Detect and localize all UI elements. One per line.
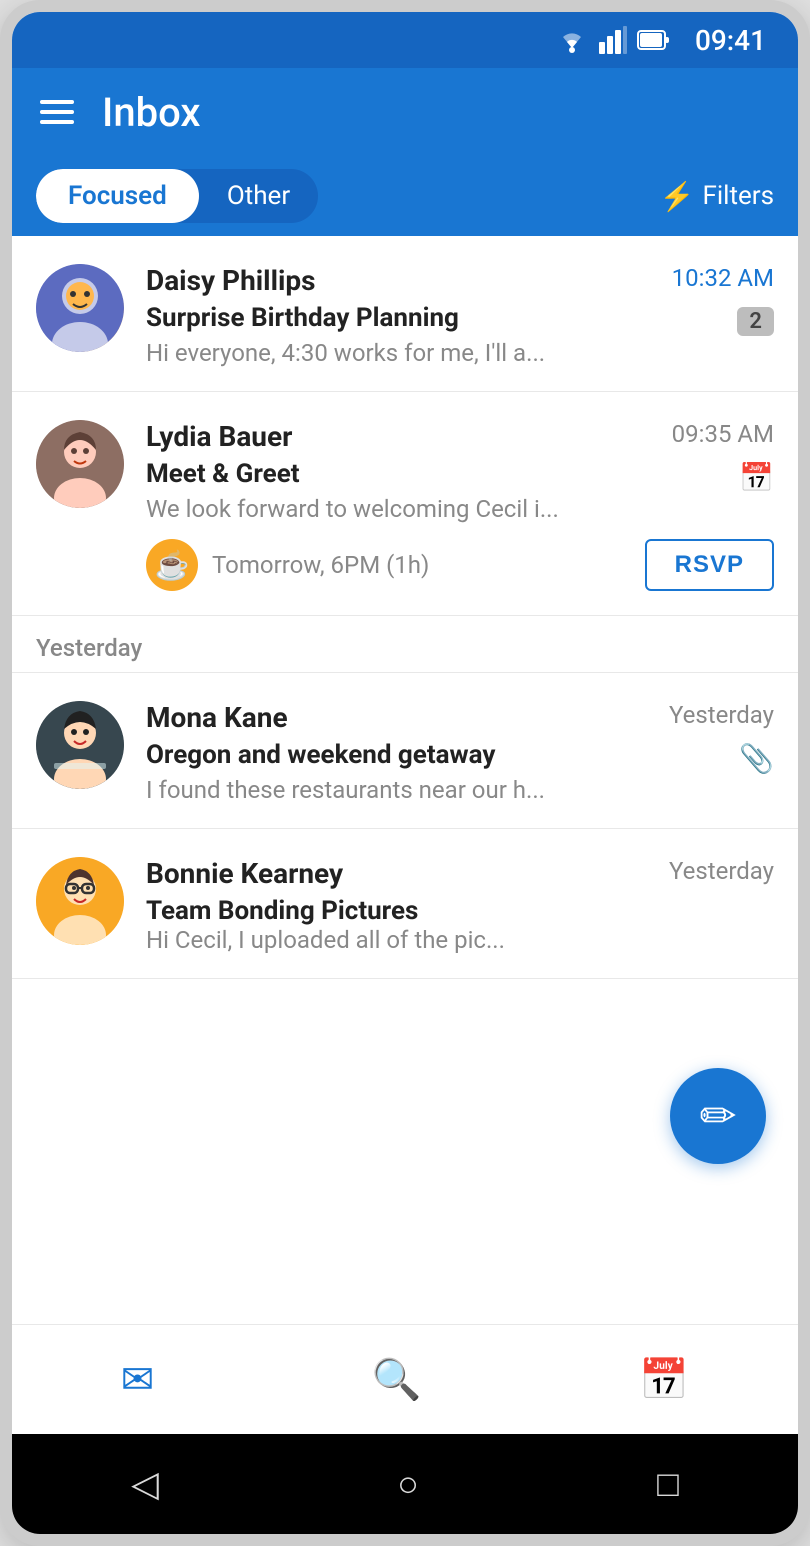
attachment-icon-mona: 📎 [739,742,774,775]
subject-row-lydia: Meet & Greet 📅 [146,459,774,495]
email-content-bonnie: Bonnie Kearney Yesterday Team Bonding Pi… [146,857,774,954]
subject-lydia: Meet & Greet [146,459,300,489]
calendar-nav-icon: 📅 [639,1356,689,1403]
coffee-icon: ☕ [146,539,198,591]
email-item-daisy[interactable]: Daisy Phillips 10:32 AM Surprise Birthda… [12,236,798,392]
email-item-mona[interactable]: Mona Kane Yesterday Oregon and weekend g… [12,673,798,829]
compose-fab-button[interactable]: ✏ [670,1068,766,1164]
email-content-lydia: Lydia Bauer 09:35 AM Meet & Greet 📅 We l… [146,420,774,523]
tab-bar: Focused Other ⚡ Filters [12,156,798,236]
system-nav: ◁ ○ □ [12,1434,798,1534]
tab-other[interactable]: Other [199,169,318,223]
phone-frame: 09:41 Inbox Focused Other ⚡ Filters [0,0,810,1546]
avatar-mona [36,701,124,789]
email-item-lydia[interactable]: Lydia Bauer 09:35 AM Meet & Greet 📅 We l… [12,392,798,616]
preview-lydia: We look forward to welcoming Cecil i... [146,495,566,523]
section-label-yesterday: Yesterday [12,616,798,673]
toolbar: Inbox [12,68,798,156]
nav-search[interactable]: 🔍 [342,1346,452,1413]
nav-calendar[interactable]: 📅 [609,1346,719,1413]
subject-mona: Oregon and weekend getaway [146,740,495,770]
status-bar: 09:41 [12,12,798,68]
nav-mail[interactable]: ✉ [91,1346,185,1413]
preview-bonnie: Hi Cecil, I uploaded all of the pic... [146,926,566,954]
tab-focused[interactable]: Focused [36,169,199,223]
wifi-icon [555,26,589,54]
hamburger-menu-button[interactable] [40,100,74,124]
mail-icon: ✉ [121,1356,155,1403]
time-lydia: 09:35 AM [672,420,774,448]
signal-icon [599,26,627,54]
rsvp-button[interactable]: RSVP [645,539,774,591]
email-header-daisy: Daisy Phillips 10:32 AM [146,264,774,297]
email-list: Daisy Phillips 10:32 AM Surprise Birthda… [12,236,798,1324]
compose-icon: ✏ [700,1094,737,1138]
status-time: 09:41 [695,24,766,57]
preview-mona: I found these restaurants near our h... [146,776,566,804]
status-icons: 09:41 [555,24,766,57]
bottom-nav: ✉ 🔍 📅 [12,1324,798,1434]
event-row-lydia: ☕ Tomorrow, 6PM (1h) RSVP [36,539,774,591]
tab-group: Focused Other [36,169,318,223]
event-time-lydia: Tomorrow, 6PM (1h) [212,551,631,579]
preview-daisy: Hi everyone, 4:30 works for me, I'll a..… [146,339,566,367]
filters-label: Filters [702,181,774,211]
email-header-bonnie: Bonnie Kearney Yesterday [146,857,774,890]
sender-mona: Mona Kane [146,701,288,734]
subject-row-daisy: Surprise Birthday Planning 2 [146,303,774,339]
home-button[interactable]: ○ [397,1463,419,1505]
email-item-bonnie[interactable]: Bonnie Kearney Yesterday Team Bonding Pi… [12,829,798,979]
toolbar-title: Inbox [102,89,200,136]
avatar-daisy [36,264,124,352]
avatar-bonnie [36,857,124,945]
filters-button[interactable]: ⚡ Filters [660,180,774,213]
time-bonnie: Yesterday [669,857,774,885]
subject-row-mona: Oregon and weekend getaway 📎 [146,740,774,776]
subject-daisy: Surprise Birthday Planning [146,303,459,333]
sender-daisy: Daisy Phillips [146,264,316,297]
time-daisy: 10:32 AM [672,264,774,292]
time-mona: Yesterday [669,701,774,729]
email-content-daisy: Daisy Phillips 10:32 AM Surprise Birthda… [146,264,774,367]
sender-bonnie: Bonnie Kearney [146,857,343,890]
battery-icon [637,28,671,52]
search-icon: 🔍 [372,1356,422,1403]
calendar-icon-lydia: 📅 [739,461,774,494]
email-header-lydia: Lydia Bauer 09:35 AM [146,420,774,453]
subject-bonnie: Team Bonding Pictures [146,896,418,926]
back-button[interactable]: ◁ [131,1463,159,1505]
badge-daisy: 2 [737,307,774,336]
recent-button[interactable]: □ [657,1463,679,1505]
email-content-mona: Mona Kane Yesterday Oregon and weekend g… [146,701,774,804]
sender-lydia: Lydia Bauer [146,420,292,453]
email-header-mona: Mona Kane Yesterday [146,701,774,734]
avatar-lydia [36,420,124,508]
bolt-icon: ⚡ [660,180,695,213]
